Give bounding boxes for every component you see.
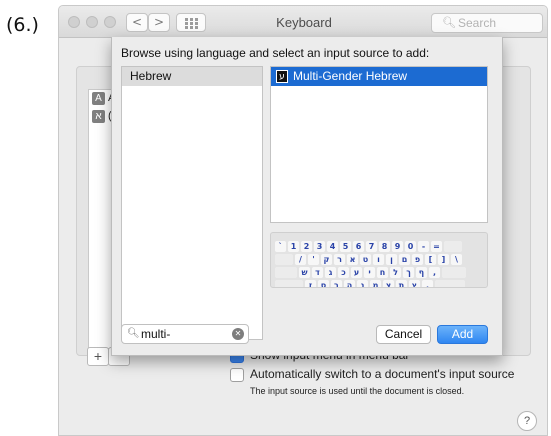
key: ת [396, 280, 407, 287]
key: ט [360, 254, 371, 265]
step-label: (6.) [6, 14, 39, 36]
key: ץ [409, 280, 420, 287]
key: 5 [340, 241, 351, 252]
add-button[interactable]: Add [437, 325, 488, 344]
key: ה [344, 280, 355, 287]
magnifier-icon: 🔍︎ [127, 328, 140, 339]
key: / [295, 254, 306, 265]
key: ד [312, 267, 323, 278]
keyboard-row-3: ש ד ג כ ע י ח ל ך ף , [275, 267, 468, 278]
key: ם [399, 254, 410, 265]
keyboard-row-4: ז ס ב ה נ מ צ ת ץ . [275, 280, 467, 287]
minimize-window-button[interactable] [86, 16, 98, 28]
question-icon: ? [523, 415, 531, 427]
key: פ [412, 254, 423, 265]
key: . [422, 280, 433, 287]
zoom-window-button[interactable] [104, 16, 116, 28]
key: 8 [379, 241, 390, 252]
key: 3 [314, 241, 325, 252]
clear-circle-icon[interactable]: ✕ [232, 328, 244, 340]
key: י [364, 267, 375, 278]
source-icon-a: A [92, 92, 105, 105]
key: ל [390, 267, 401, 278]
add-source-button[interactable]: + [87, 347, 109, 366]
key: כ [338, 267, 349, 278]
key: \ [451, 254, 462, 265]
input-source-label: Multi-Gender Hebrew [293, 69, 408, 83]
magnifier-icon: 🔍︎ [442, 17, 456, 29]
help-button[interactable]: ? [517, 411, 537, 431]
add-input-source-sheet: Browse using language and select an inpu… [111, 37, 503, 356]
source-icon-hebrew: א [92, 110, 105, 123]
key: 1 [288, 241, 299, 252]
key: ף [416, 267, 427, 278]
key: ג [325, 267, 336, 278]
key-blank [275, 254, 293, 265]
forward-button[interactable]: > [148, 13, 170, 32]
key: ע [351, 267, 362, 278]
key: ק [321, 254, 332, 265]
key: , [429, 267, 440, 278]
key: ך [403, 267, 414, 278]
key: ] [438, 254, 449, 265]
key: ' [308, 254, 319, 265]
key-blank [442, 267, 466, 278]
window-title: Keyboard [276, 15, 332, 30]
auto-switch-checkbox[interactable] [230, 368, 244, 382]
cancel-button[interactable]: Cancel [376, 325, 431, 344]
key: ר [334, 254, 345, 265]
key: 0 [405, 241, 416, 252]
language-list[interactable]: Hebrew [121, 66, 263, 340]
key: צ [383, 280, 394, 287]
key: נ [357, 280, 368, 287]
search-placeholder: Search [458, 16, 497, 30]
preferences-search-field[interactable]: 🔍︎ Search [431, 13, 543, 33]
key: ש [299, 267, 310, 278]
key: = [431, 241, 442, 252]
keyboard-layout-preview: ` 1 2 3 4 5 6 7 8 9 0 - = / ' ק ר א ט ו … [270, 232, 488, 288]
back-button[interactable]: < [126, 13, 148, 32]
key: ב [331, 280, 342, 287]
filter-value: multi- [141, 327, 171, 341]
keyboard-row-2: / ' ק ר א ט ו ן ם פ [ ] \ [275, 254, 464, 265]
key: ן [386, 254, 397, 265]
key-blank [275, 267, 297, 278]
key: ח [377, 267, 388, 278]
key-blank [444, 241, 462, 252]
key-blank [435, 280, 465, 287]
key: 6 [353, 241, 364, 252]
hebrew-flag-icon: ע [276, 70, 288, 83]
input-source-item-multi-gender-hebrew[interactable]: ע Multi-Gender Hebrew [271, 67, 487, 86]
key: 7 [366, 241, 377, 252]
key: [ [425, 254, 436, 265]
key: 2 [301, 241, 312, 252]
language-item-hebrew[interactable]: Hebrew [122, 67, 262, 86]
key: מ [370, 280, 381, 287]
key: 4 [327, 241, 338, 252]
show-all-grid-button[interactable] [176, 13, 206, 32]
key: - [418, 241, 429, 252]
keyboard-row-1: ` 1 2 3 4 5 6 7 8 9 0 - = [275, 241, 464, 252]
auto-switch-label: Automatically switch to a document's inp… [250, 367, 515, 381]
key: ו [373, 254, 384, 265]
auto-switch-note: The input source is used until the docum… [250, 386, 465, 396]
key: 9 [392, 241, 403, 252]
sheet-title: Browse using language and select an inpu… [121, 46, 430, 60]
input-source-list[interactable]: ע Multi-Gender Hebrew [270, 66, 488, 223]
language-filter-field[interactable]: 🔍︎ multi- ✕ [121, 324, 249, 344]
screenshot-root: (6.) < > Keyboard 🔍︎ Search A A א ( + [0, 0, 551, 436]
key-blank [275, 280, 303, 287]
close-window-button[interactable] [68, 16, 80, 28]
key: ` [275, 241, 286, 252]
key: ס [318, 280, 329, 287]
key: ז [305, 280, 316, 287]
key: א [347, 254, 358, 265]
title-bar: < > Keyboard 🔍︎ Search [59, 6, 547, 38]
